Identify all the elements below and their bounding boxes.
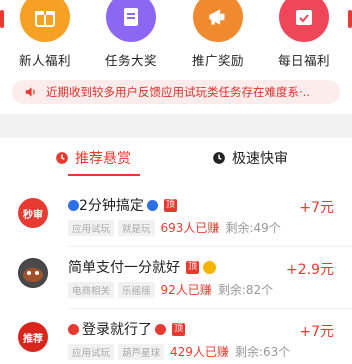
notice-text: 近期收到较多用户反馈应用试玩类任务存在难度系·.. xyxy=(46,85,310,99)
top-badge: 顶 xyxy=(172,322,185,336)
clock-icon xyxy=(56,152,68,164)
taken-count: 92人已赚 xyxy=(160,283,212,297)
task-tag: 就是玩 xyxy=(118,219,155,236)
megaphone-icon xyxy=(193,0,243,42)
tab-fast-review[interactable]: 极速快审 xyxy=(212,148,288,168)
quick-entry-newbie[interactable]: 新人福利 xyxy=(5,0,85,69)
task-title-text: 2分钟搞定 xyxy=(79,198,144,214)
speaker-icon xyxy=(25,87,35,97)
task-meta: 电商相关 乐摇摇 92人已赚 剩余:82个 xyxy=(68,281,273,298)
task-row[interactable]: 秒审 2分钟搞定 顶 应用试玩 就是玩 693人已赚 剩余:49个 +7元 xyxy=(0,192,352,252)
quick-entry-label: 新人福利 xyxy=(18,53,71,68)
taken-count: 429人已赚 xyxy=(170,345,229,359)
quick-entry-label: 推广奖励 xyxy=(191,53,244,68)
task-tag: 乐摇摇 xyxy=(118,281,155,298)
tab-label: 极速快审 xyxy=(232,151,288,167)
section-gap xyxy=(0,114,352,138)
task-tag: 应用试玩 xyxy=(68,219,115,236)
clock-icon xyxy=(213,152,225,164)
task-title: 简单支付一分就好 顶 xyxy=(68,257,216,277)
divider xyxy=(68,308,352,309)
task-row[interactable]: 简单支付一分就好 顶 电商相关 乐摇摇 92人已赚 剩余:82个 +2.9元 xyxy=(0,254,352,314)
blue-dot-icon xyxy=(68,199,79,211)
remaining-count: 剩余:49个 xyxy=(225,221,281,235)
task-reward: +2.9元 xyxy=(286,262,334,278)
task-tag: 电商相关 xyxy=(68,281,115,298)
avatar: 秒审 xyxy=(18,198,48,228)
notice-bar[interactable]: 近期收到较多用户反馈应用试玩类任务存在难度系·.. xyxy=(12,80,340,104)
task-title-text: 简单支付一分就好 xyxy=(68,260,180,276)
remaining-count: 剩余:82个 xyxy=(217,283,274,297)
tab-recommended[interactable]: 推荐悬赏 xyxy=(55,148,131,168)
task-title: 登录就行了 顶 xyxy=(68,319,185,339)
top-badge: 顶 xyxy=(186,260,199,274)
bomb-icon xyxy=(68,323,79,335)
edge-marker-left xyxy=(0,10,4,28)
blue-dot-icon xyxy=(146,199,158,211)
top-badge: 顶 xyxy=(163,198,177,212)
divider xyxy=(68,246,352,247)
quick-entry-label: 任务大奖 xyxy=(104,53,157,68)
quick-entries: 新人福利 任务大奖 推广奖励 每日福利 xyxy=(0,0,352,78)
tab-bar: 推荐悬赏 极速快审 xyxy=(0,138,352,180)
task-doc-icon xyxy=(106,0,156,42)
avatar xyxy=(18,258,48,288)
task-tag: 应用试玩 xyxy=(68,343,115,360)
task-title-text: 登录就行了 xyxy=(82,322,152,338)
tab-active-indicator xyxy=(68,174,140,176)
quick-entry-task-prize[interactable]: 任务大奖 xyxy=(91,0,171,69)
task-meta: 应用试玩 葫芦星球 429人已赚 剩余:63个 xyxy=(68,343,290,360)
calendar-check-icon xyxy=(279,0,329,42)
gift-icon xyxy=(20,0,70,42)
page: 新人福利 任务大奖 推广奖励 每日福利 近期收到较多用户反馈应用试玩类任务存在难… xyxy=(0,0,352,364)
taken-count: 693人已赚 xyxy=(160,221,220,235)
task-reward: +7元 xyxy=(299,200,334,216)
task-title: 2分钟搞定 顶 xyxy=(68,195,177,215)
task-reward: +7元 xyxy=(299,324,334,340)
task-row[interactable]: 推荐 登录就行了 顶 应用试玩 葫芦星球 429人已赚 剩余:63个 +7元 xyxy=(0,316,352,364)
remaining-count: 剩余:63个 xyxy=(234,345,291,359)
task-tag: 葫芦星球 xyxy=(118,343,165,360)
edge-marker-right xyxy=(348,10,352,28)
tab-label: 推荐悬赏 xyxy=(75,151,131,167)
quick-entry-promotion[interactable]: 推广奖励 xyxy=(178,0,258,69)
apple-icon xyxy=(155,323,166,335)
avatar: 推荐 xyxy=(18,322,48,352)
quick-entry-label: 每日福利 xyxy=(277,53,330,68)
quick-entry-daily[interactable]: 每日福利 xyxy=(264,0,344,69)
emoji-icon xyxy=(203,260,216,274)
task-meta: 应用试玩 就是玩 693人已赚 剩余:49个 xyxy=(68,219,281,236)
